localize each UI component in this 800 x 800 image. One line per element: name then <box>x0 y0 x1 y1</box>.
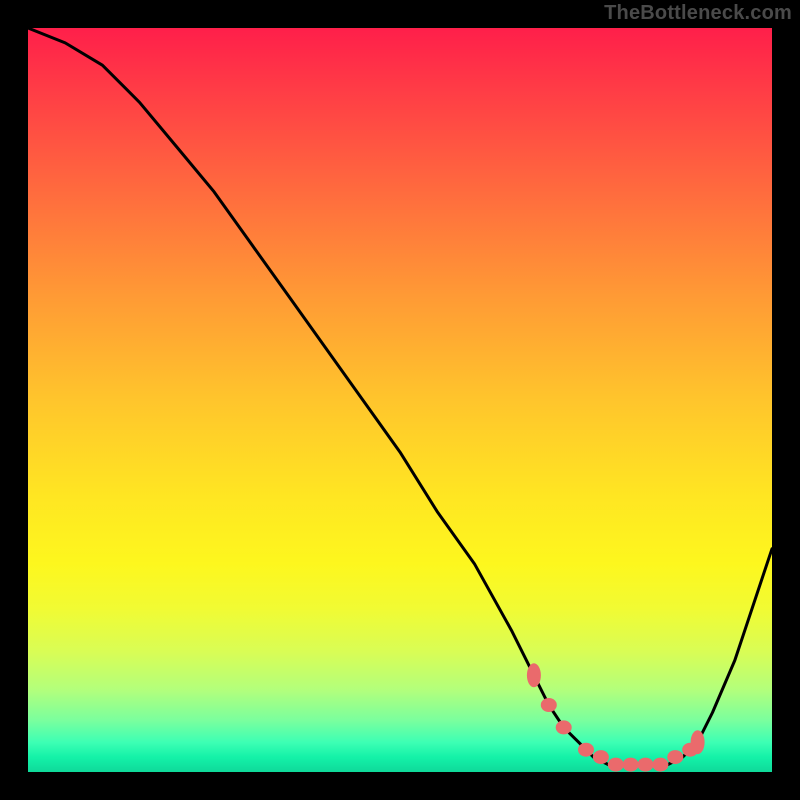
curve-marker <box>691 730 705 754</box>
chart-frame: TheBottleneck.com <box>0 0 800 800</box>
curve-marker <box>556 720 572 734</box>
curve-marker <box>541 698 557 712</box>
curve-marker <box>623 758 639 772</box>
marker-group <box>527 663 705 771</box>
watermark-text: TheBottleneck.com <box>604 2 792 25</box>
curve-marker <box>638 758 654 772</box>
curve-svg <box>28 28 772 772</box>
curve-marker <box>667 750 683 764</box>
curve-marker <box>593 750 609 764</box>
curve-marker <box>608 758 624 772</box>
bottleneck-curve-line <box>28 28 772 765</box>
curve-marker <box>652 758 668 772</box>
curve-marker <box>527 663 541 687</box>
plot-area <box>28 28 772 772</box>
curve-marker <box>578 743 594 757</box>
